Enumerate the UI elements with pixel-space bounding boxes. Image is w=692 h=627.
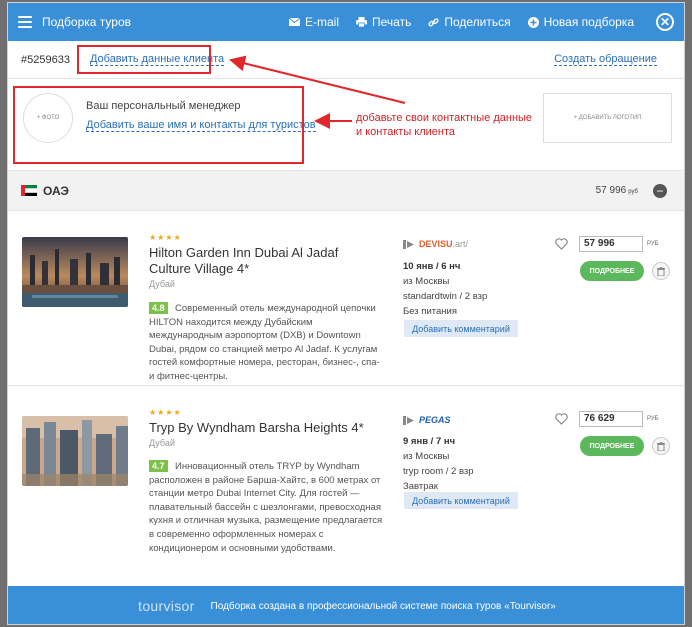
share-button[interactable]: Поделиться <box>428 15 511 29</box>
link-icon <box>428 17 439 26</box>
footer: tourvisor Подборка создана в профессиона… <box>8 586 684 624</box>
email-label: E-mail <box>305 15 340 29</box>
details-button[interactable]: ПОДРОБНЕЕ <box>580 261 644 281</box>
print-icon <box>356 17 368 27</box>
hotel-description: Инновационный отель TRYP by Wyndham расп… <box>149 460 384 555</box>
close-icon[interactable]: ✕ <box>656 13 674 31</box>
operator-logo: DEVISU .art/ <box>403 239 468 249</box>
highlight-box <box>13 86 304 164</box>
uae-flag-icon <box>21 185 37 196</box>
country-header: ОАЭ 57 996 руб − <box>8 171 684 211</box>
tour-info: 10 янв / 6 нч из Москвы standardtwin / 2… <box>403 259 487 319</box>
new-selection-button[interactable]: Новая подборка <box>527 15 634 29</box>
tourvisor-logo: tourvisor <box>138 598 195 614</box>
hotel-stars: ★★★★ <box>149 408 182 417</box>
country-total-currency: руб <box>628 189 638 195</box>
hotel-name[interactable]: Tryp By Wyndham Barsha Heights 4* <box>149 420 381 436</box>
hotel-stars: ★★★★ <box>149 233 182 242</box>
print-label: Печать <box>372 15 412 29</box>
menu-icon[interactable] <box>18 16 32 28</box>
hotel-name[interactable]: Hilton Garden Inn Dubai Al Jadaf Culture… <box>149 245 381 277</box>
add-comment-button[interactable]: Добавить комментарий <box>404 492 518 509</box>
plus-icon <box>527 16 539 28</box>
tour-room: tryp room / 2 взр <box>403 466 474 477</box>
price-currency: РУБ <box>647 241 659 247</box>
price-input[interactable]: 76 629 <box>579 411 643 427</box>
delete-icon[interactable] <box>652 437 670 455</box>
tour-dates: 10 янв / 6 нч <box>403 261 461 272</box>
favorite-heart-icon[interactable] <box>555 413 568 425</box>
hotel-card: ★★★★ Hilton Garden Inn Dubai Al Jadaf Cu… <box>8 211 684 386</box>
annotation-text: добавьте свои контактные данные и контак… <box>356 112 533 138</box>
new-selection-label: Новая подборка <box>543 15 634 29</box>
delete-icon[interactable] <box>652 262 670 280</box>
hotel-card: ★★★★ Tryp By Wyndham Barsha Heights 4* Д… <box>8 386 684 564</box>
highlight-box <box>77 45 211 74</box>
add-logo-button[interactable]: + ДОБАВИТЬ ЛОГОТИП <box>543 93 672 143</box>
tour-dates: 9 янв / 7 нч <box>403 436 456 447</box>
operator-suffix: .art/ <box>452 239 469 249</box>
collapse-icon[interactable]: − <box>653 183 667 198</box>
price-input[interactable]: 57 996 <box>579 236 643 252</box>
hotel-city: Дубай <box>149 279 175 289</box>
tour-departure: из Москвы <box>403 451 450 462</box>
flight-arrow-icon <box>403 415 414 425</box>
operator-name: DEVISU <box>419 239 453 249</box>
mail-icon <box>289 18 300 26</box>
page-title: Подборка туров <box>42 15 131 29</box>
tour-departure: из Москвы <box>403 276 450 287</box>
share-label: Поделиться <box>444 15 511 29</box>
favorite-heart-icon[interactable] <box>555 238 568 250</box>
flight-arrow-icon <box>403 239 414 249</box>
hotel-description: Современный отель международной цепочки … <box>149 302 384 384</box>
hotel-city: Дубай <box>149 438 175 448</box>
email-button[interactable]: E-mail <box>289 15 339 29</box>
add-comment-button[interactable]: Добавить комментарий <box>404 320 518 337</box>
create-request-link[interactable]: Создать обращение <box>554 53 657 66</box>
top-bar: Подборка туров E-mail Печать Поделиться … <box>8 3 684 41</box>
operator-logo: PEGAS <box>403 415 451 425</box>
details-button[interactable]: ПОДРОБНЕЕ <box>580 436 644 456</box>
country-total: 57 996 руб <box>596 185 638 196</box>
hotel-description-text: Инновационный отель TRYP by Wyndham расп… <box>149 461 383 554</box>
hotel-description-text: Современный отель международной цепочки … <box>149 303 380 382</box>
country-name: ОАЭ <box>43 183 69 198</box>
selection-id: #5259633 <box>21 53 70 66</box>
print-button[interactable]: Печать <box>356 15 411 29</box>
hotel-photo[interactable] <box>22 237 128 307</box>
tour-info: 9 янв / 7 нч из Москвы tryp room / 2 взр… <box>403 434 474 494</box>
footer-text: Подборка создана в профессиональной сист… <box>210 600 556 612</box>
operator-name: PEGAS <box>419 415 451 425</box>
tour-room: standardtwin / 2 взр <box>403 291 488 302</box>
price-currency: РУБ <box>647 416 659 422</box>
hotel-photo[interactable] <box>22 416 128 486</box>
tour-meal: Без питания <box>403 306 457 317</box>
country-total-value: 57 996 <box>595 185 627 196</box>
